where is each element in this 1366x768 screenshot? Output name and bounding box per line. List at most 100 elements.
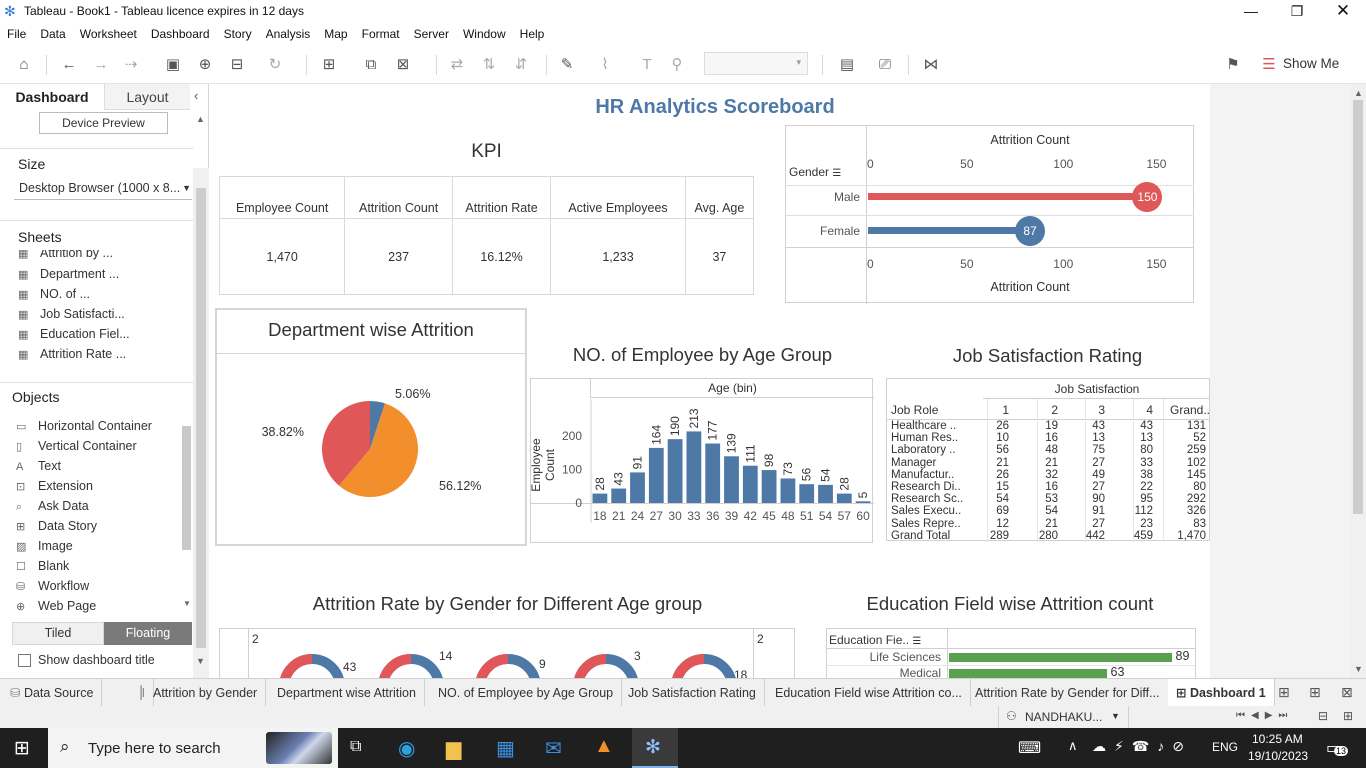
menu-map[interactable]: Map (317, 23, 354, 45)
menu-format[interactable]: Format (355, 23, 407, 45)
tab-dashboard[interactable]: Dashboard (0, 84, 104, 110)
menu-worksheet[interactable]: Worksheet (73, 23, 144, 45)
tab-sheet[interactable]: Attrition Rate by Gender for Diff... (967, 679, 1169, 707)
redo-icon[interactable]: → (90, 54, 112, 76)
edge-icon[interactable]: ◉ (398, 736, 415, 761)
show-title-checkbox[interactable] (18, 654, 31, 667)
sheet-item[interactable]: ▦ NO. of ... (18, 287, 90, 301)
menu-data[interactable]: Data (33, 23, 72, 45)
sheet-item[interactable]: ▦ Attrition Rate ... (18, 347, 126, 361)
minimize-button[interactable]: — (1228, 1, 1274, 23)
user-name[interactable]: NANDHAKU... (1025, 710, 1102, 724)
scroll-up-icon[interactable]: ▲ (196, 114, 205, 124)
menu-analysis[interactable]: Analysis (259, 23, 318, 45)
sort-descending-icon[interactable]: ⇵ (510, 54, 532, 76)
new-worksheet-icon[interactable]: ⊞ (318, 54, 340, 76)
tab-layout[interactable]: Layout (104, 84, 190, 110)
tab-navigation-icons[interactable]: ⏮◀▶⏭ (1236, 710, 1293, 721)
show-me-icon[interactable]: ☰ (1258, 54, 1280, 76)
home-icon[interactable]: ⌂ (13, 54, 35, 76)
tab-sheet[interactable]: Job Satisfaction Rating (620, 679, 765, 707)
mail-icon[interactable]: ✉ (545, 736, 562, 761)
sheet-item[interactable]: ▦ Attrition by ... (18, 250, 113, 260)
replace-data-icon[interactable]: ⇢ (120, 54, 142, 76)
tiled-button[interactable]: Tiled (12, 622, 104, 645)
sheet-item[interactable]: ▦ Department ... (18, 267, 119, 281)
floating-button[interactable]: Floating (104, 622, 192, 645)
filmstrip-icon[interactable]: ⊞ (1343, 709, 1353, 723)
menu-help[interactable]: Help (513, 23, 552, 45)
object-vertical-container[interactable]: ▯ Vertical Container (16, 439, 137, 453)
sheet-item[interactable]: ▦ Job Satisfacti... (18, 307, 125, 321)
fit-dropdown[interactable]: ▾ (704, 52, 808, 75)
object-extension[interactable]: ⊡ Extension (16, 479, 93, 493)
group-icon[interactable]: ⌇ (594, 54, 616, 76)
new-story-tab-icon[interactable]: ⊠ (1341, 684, 1353, 701)
taskbar-search[interactable]: ⌕ Type here to search (48, 728, 338, 768)
tab-data-source[interactable]: ⛁ Data Source (2, 679, 103, 707)
pin-icon[interactable]: ⚲ (666, 54, 688, 76)
clock-date[interactable]: 19/10/2023 (1248, 749, 1308, 763)
vertical-scrollbar[interactable]: ▲ ▼ (1350, 84, 1366, 678)
close-button[interactable]: ✕ (1320, 1, 1366, 23)
tab-sheet[interactable]: Department wise Attrition (269, 679, 425, 707)
tab-sheet[interactable]: Attrition by Gender (145, 679, 267, 707)
file-explorer-icon[interactable]: ▆ (446, 736, 461, 761)
store-icon[interactable]: ▦ (496, 736, 515, 761)
scroll-down-icon[interactable]: ▼ (183, 599, 191, 608)
left-panel-scrollbar[interactable]: ▼ (193, 168, 209, 678)
tableau-taskbar-item[interactable]: ✻ (632, 728, 678, 768)
object-data-story[interactable]: ⊞ Data Story (16, 519, 97, 533)
device-preview-button[interactable]: Device Preview (39, 112, 168, 134)
sheet-item[interactable]: ▦ Education Fiel... (18, 327, 130, 341)
clock-time[interactable]: 10:25 AM (1252, 732, 1303, 746)
tab-dashboard-1[interactable]: ⊞ Dashboard 1 (1168, 679, 1275, 707)
undo-icon[interactable]: ← (58, 54, 80, 76)
object-blank[interactable]: ☐ Blank (16, 559, 69, 573)
system-tray-icons[interactable]: ☁⚡☎♪⊘ (1092, 738, 1192, 755)
format-painter-icon[interactable]: ⚑ (1222, 54, 1244, 76)
sheet-sorter-icon[interactable]: ⊟ (1318, 709, 1328, 723)
windows-start-icon[interactable]: ⊞ (14, 737, 30, 760)
clear-icon[interactable]: ⊠ (392, 54, 414, 76)
sort-ascending-icon[interactable]: ⇅ (478, 54, 500, 76)
vlc-icon[interactable]: ▲ (594, 735, 614, 758)
object-horizontal-container[interactable]: ▭ Horizontal Container (16, 419, 152, 433)
show-cards-icon[interactable]: ▤ (836, 54, 858, 76)
objects-scrollbar[interactable] (182, 426, 191, 550)
show-me-button[interactable]: Show Me (1283, 56, 1339, 71)
object-image[interactable]: ▨ Image (16, 539, 73, 553)
highlight-icon[interactable]: ✎ (556, 54, 578, 76)
menu-window[interactable]: Window (456, 23, 513, 45)
tab-sheet[interactable]: Education Field wise Attrition co... (767, 679, 971, 707)
task-view-icon[interactable]: ⧉ (350, 738, 361, 756)
object-text[interactable]: A Text (16, 459, 61, 473)
object-ask-data[interactable]: ⌕ Ask Data (16, 499, 89, 514)
collapse-panel-icon[interactable]: ‹ (194, 88, 198, 103)
tab-sheet[interactable]: NO. of Employee by Age Group (430, 679, 623, 707)
presentation-mode-icon[interactable]: ⎚ (874, 54, 896, 76)
add-datasource-icon[interactable]: ⊕ (194, 54, 216, 76)
size-dropdown[interactable]: Desktop Browser (1000 x 8... ▼ (14, 178, 192, 200)
menu-dashboard[interactable]: Dashboard (144, 23, 217, 45)
menu-file[interactable]: File (0, 23, 33, 45)
swap-icon[interactable]: ⇄ (446, 54, 468, 76)
user-dropdown-icon[interactable]: ▼ (1111, 711, 1120, 721)
menu-server[interactable]: Server (407, 23, 456, 45)
language-indicator[interactable]: ENG (1212, 740, 1238, 754)
keyboard-icon[interactable]: ⌨ (1018, 738, 1041, 758)
label-icon[interactable]: T (636, 54, 658, 76)
pause-updates-icon[interactable]: ⊟ (226, 54, 248, 76)
new-dashboard-tab-icon[interactable]: ⊞ (1309, 684, 1321, 701)
chevron-up-icon[interactable]: ∧ (1068, 738, 1078, 754)
save-icon[interactable]: ▣ (162, 54, 184, 76)
refresh-icon[interactable]: ↻ (264, 54, 286, 76)
object-web-page[interactable]: ⊕ Web Page (16, 599, 96, 613)
duplicate-icon[interactable]: ⧉ (360, 54, 382, 76)
share-icon[interactable]: ⋈ (920, 54, 942, 76)
menu-story[interactable]: Story (217, 23, 259, 45)
object-workflow[interactable]: ⛁ Workflow (16, 579, 89, 593)
restore-button[interactable]: ❐ (1274, 1, 1320, 23)
new-worksheet-tab-icon[interactable]: ⊞ (1278, 684, 1290, 701)
blank-icon: ☐ (16, 561, 26, 573)
